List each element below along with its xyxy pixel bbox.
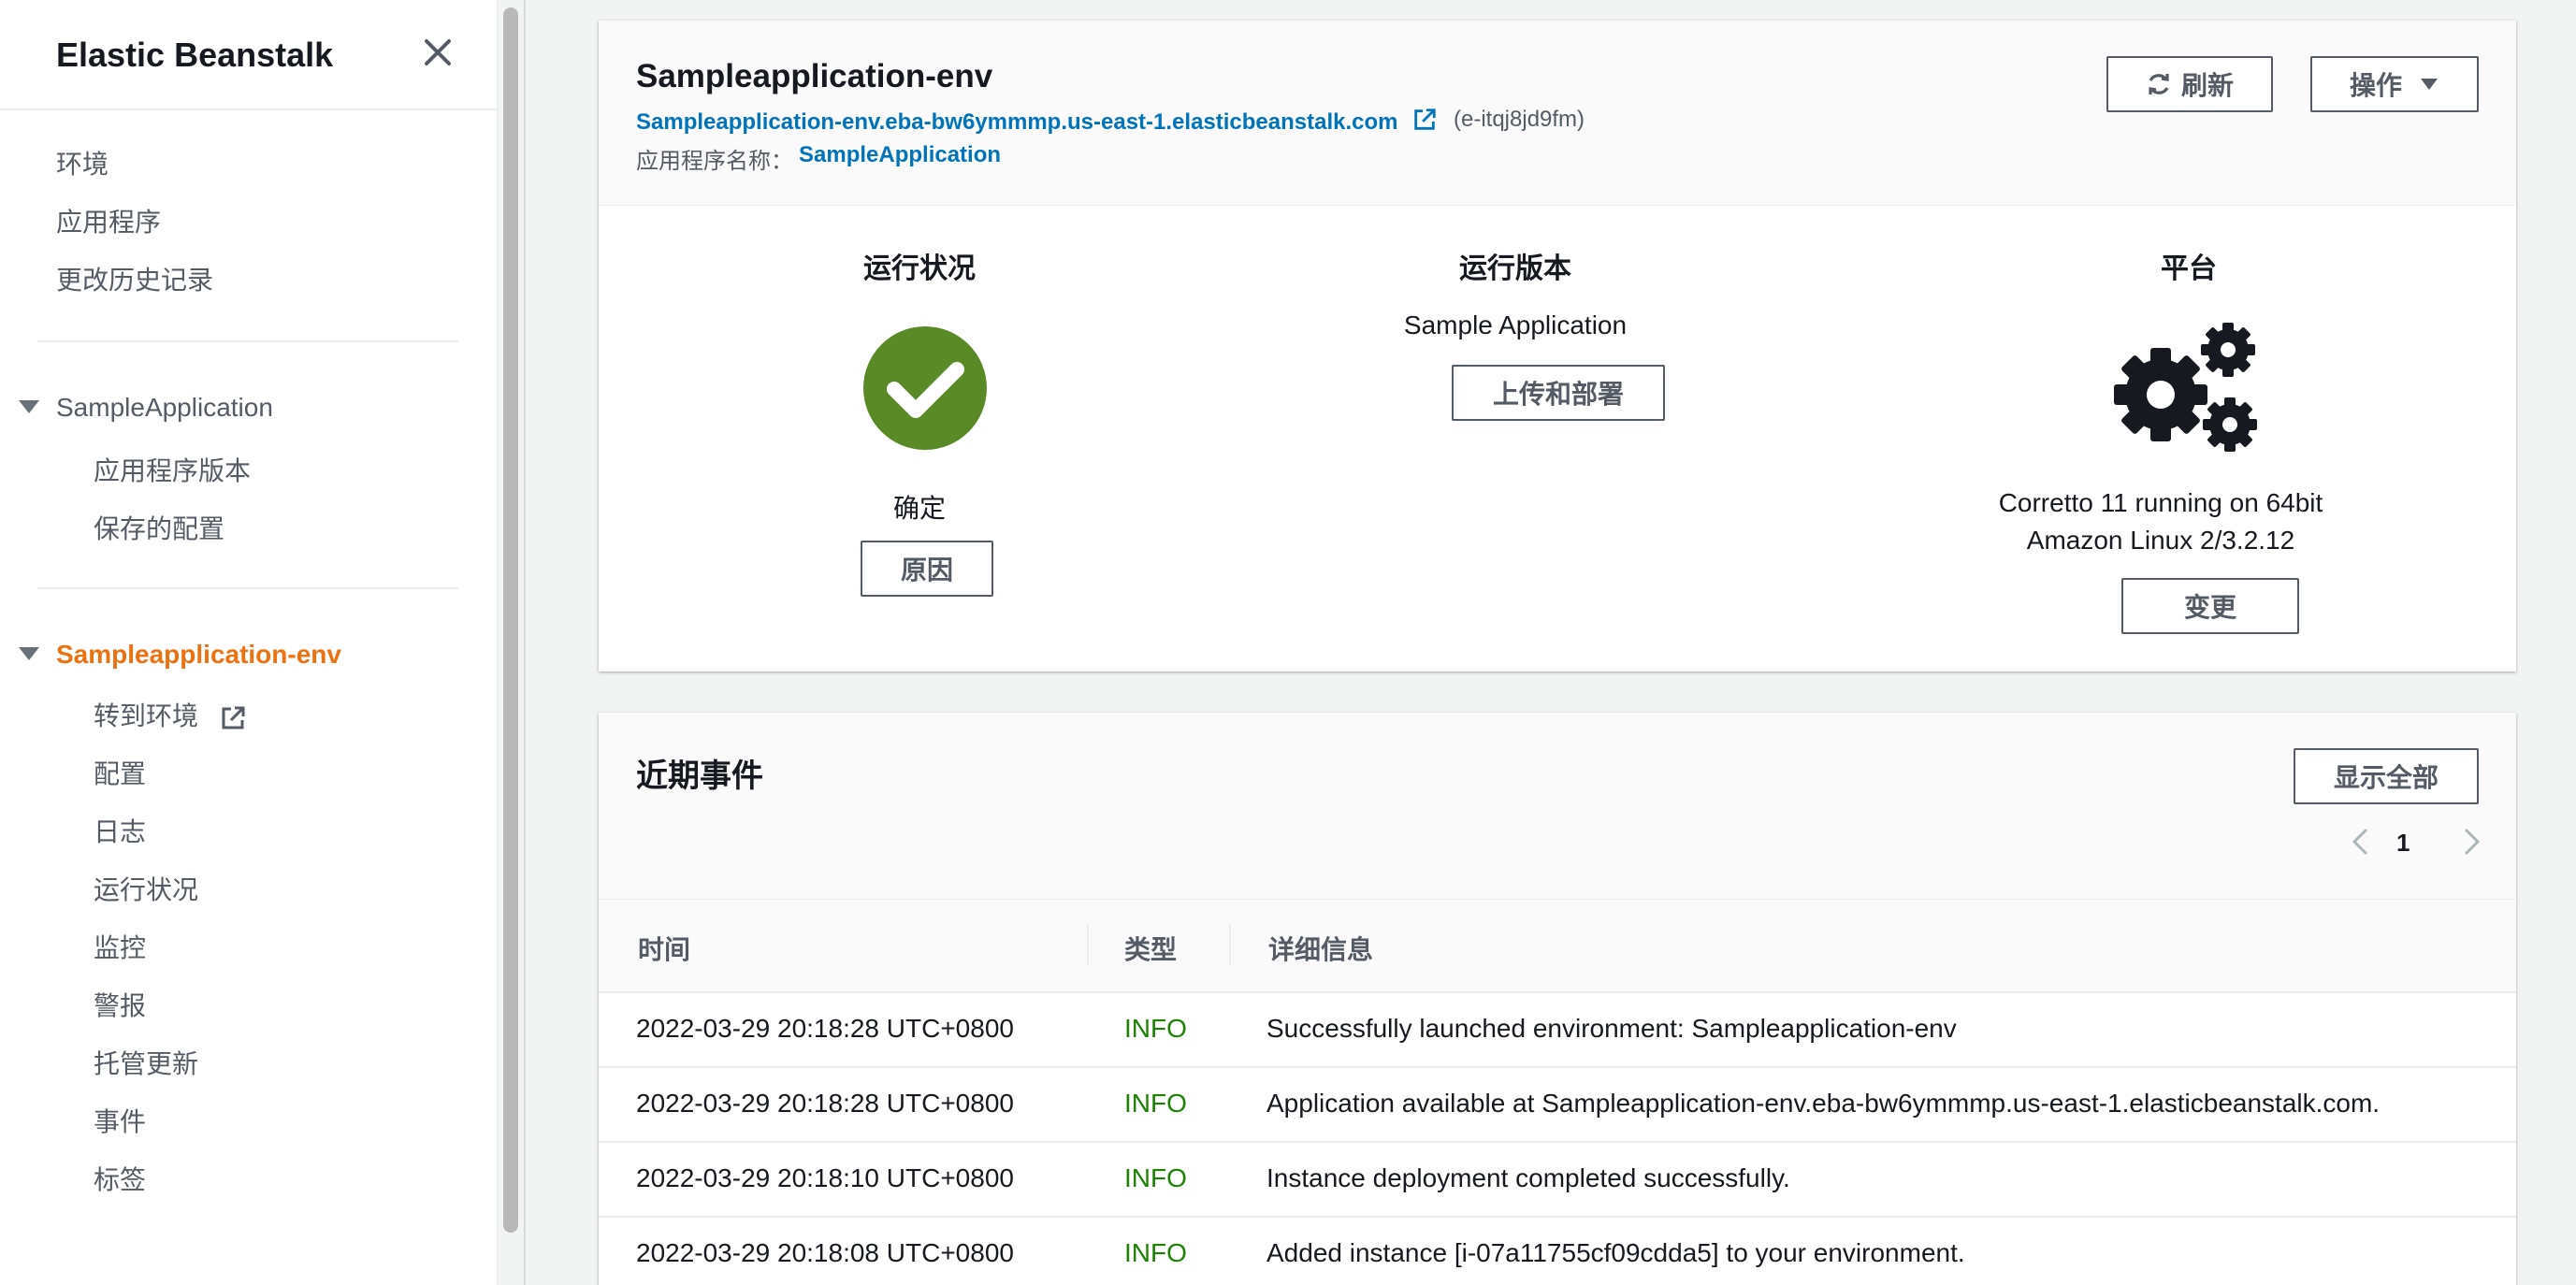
column-header-details[interactable]: 详细信息 — [1268, 930, 1373, 967]
table-row: 2022-03-29 20:18:28 UTC+0800 INFO Applic… — [599, 1066, 2516, 1141]
app-name-link[interactable]: SampleApplication — [799, 142, 1001, 168]
sidebar-item-change-history[interactable]: 更改历史记录 — [56, 260, 213, 297]
event-type: INFO — [1124, 1014, 1187, 1043]
sidebar: Elastic Beanstalk 环境 应用程序 更改历史记录 SampleA… — [0, 0, 498, 1285]
chevron-right-icon[interactable] — [2458, 827, 2484, 857]
cause-label: 原因 — [900, 555, 953, 585]
sidebar-item-monitoring[interactable]: 监控 — [94, 928, 146, 965]
refresh-label: 刷新 — [2180, 70, 2234, 101]
event-time: 2022-03-29 20:18:10 UTC+0800 — [636, 1163, 1014, 1192]
pagination-current-page[interactable]: 1 — [2396, 829, 2410, 858]
environment-name: Sampleapplication-env — [636, 58, 993, 94]
column-header-time[interactable]: 时间 — [638, 930, 690, 967]
refresh-icon — [2149, 74, 2169, 94]
event-details: Successfully launched environment: Sampl… — [1266, 1014, 1957, 1043]
sidebar-item-app-versions[interactable]: 应用程序版本 — [94, 451, 251, 488]
event-type: INFO — [1124, 1089, 1187, 1118]
cause-button[interactable]: 原因 — [861, 541, 993, 597]
sidebar-section-application[interactable]: SampleApplication — [56, 393, 273, 423]
sidebar-item-applications[interactable]: 应用程序 — [56, 202, 161, 239]
caret-down-icon[interactable] — [19, 400, 39, 413]
external-link-icon — [1414, 108, 1436, 130]
chevron-left-icon[interactable] — [2348, 827, 2374, 857]
sidebar-divider — [37, 587, 458, 589]
health-status: 确定 — [892, 494, 946, 523]
event-time: 2022-03-29 20:18:28 UTC+0800 — [636, 1089, 1014, 1118]
sidebar-title: Elastic Beanstalk — [56, 36, 334, 74]
change-platform-label: 变更 — [2183, 592, 2236, 623]
show-all-button[interactable]: 显示全部 — [2294, 748, 2479, 804]
environment-overview-panel: Sampleapplication-env Sampleapplication-… — [599, 21, 2516, 671]
page-divider — [524, 0, 526, 1285]
event-time: 2022-03-29 20:18:28 UTC+0800 — [636, 1014, 1014, 1043]
actions-label: 操作 — [2349, 70, 2402, 101]
sidebar-item-alarms[interactable]: 警报 — [94, 986, 146, 1023]
sidebar-item-label: 转到环境 — [94, 701, 199, 730]
upload-deploy-label: 上传和部署 — [1492, 379, 1624, 410]
events-title: 近期事件 — [636, 758, 763, 794]
event-time: 2022-03-29 20:18:08 UTC+0800 — [636, 1238, 1014, 1267]
gears-icon — [2114, 323, 2257, 452]
running-version-value: Sample Application — [1403, 310, 1628, 339]
column-separator — [1229, 924, 1231, 965]
environment-id: (e-itqj8jd9fm) — [1454, 107, 1585, 132]
sidebar-header: Elastic Beanstalk — [0, 0, 497, 110]
sidebar-item-health[interactable]: 运行状况 — [94, 870, 198, 907]
check-circle-icon — [863, 326, 987, 450]
event-type: INFO — [1124, 1238, 1187, 1267]
platform-title: 平台 — [2161, 253, 2217, 284]
sidebar-item-environments[interactable]: 环境 — [56, 144, 109, 181]
events-table-header: 时间 类型 详细信息 — [599, 900, 2516, 993]
health-title: 运行状况 — [863, 253, 976, 284]
app-name-label: 应用程序名称： — [636, 149, 793, 174]
actions-dropdown[interactable]: 操作 — [2310, 56, 2479, 112]
sidebar-section-environment[interactable]: Sampleapplication-env — [56, 640, 341, 670]
column-separator — [1087, 924, 1089, 965]
show-all-label: 显示全部 — [2333, 762, 2439, 793]
upload-deploy-button[interactable]: 上传和部署 — [1452, 365, 1665, 421]
sidebar-scrollbar[interactable] — [503, 7, 518, 1233]
table-row: 2022-03-29 20:18:28 UTC+0800 INFO Succes… — [599, 991, 2516, 1066]
table-row: 2022-03-29 20:18:08 UTC+0800 INFO Added … — [599, 1216, 2516, 1285]
events-header: 近期事件 显示全部 1 — [599, 713, 2516, 900]
event-details: Application available at Sampleapplicati… — [1266, 1089, 2381, 1118]
caret-down-icon[interactable] — [19, 647, 39, 660]
platform-line-2: Amazon Linux 2/3.2.12 — [2026, 526, 2295, 555]
table-row: 2022-03-29 20:18:10 UTC+0800 INFO Instan… — [599, 1141, 2516, 1216]
event-details: Added instance [i-07a11755cf09cdda5] to … — [1266, 1238, 1965, 1267]
running-version-title: 运行版本 — [1459, 253, 1571, 284]
event-type: INFO — [1124, 1163, 1187, 1192]
close-icon[interactable] — [421, 36, 455, 69]
event-details: Instance deployment completed successful… — [1266, 1163, 1790, 1192]
environment-url-link[interactable]: Sampleapplication-env.eba-bw6ymmmp.us-ea… — [636, 107, 1438, 136]
environment-url-text: Sampleapplication-env.eba-bw6ymmmp.us-ea… — [636, 109, 1398, 135]
change-platform-button[interactable]: 变更 — [2121, 578, 2299, 634]
platform-line-1: Corretto 11 running on 64bit — [1998, 488, 2323, 517]
sidebar-item-tags[interactable]: 标签 — [94, 1160, 146, 1197]
refresh-button[interactable]: 刷新 — [2106, 56, 2273, 112]
external-link-icon — [222, 706, 245, 729]
sidebar-item-events[interactable]: 事件 — [94, 1102, 146, 1139]
recent-events-panel: 近期事件 显示全部 1 时间 类型 详细信息 2022-03-29 20:18:… — [599, 713, 2516, 1285]
caret-down-icon — [2421, 79, 2438, 90]
environment-header: Sampleapplication-env Sampleapplication-… — [599, 21, 2516, 206]
column-header-type[interactable]: 类型 — [1124, 930, 1177, 967]
sidebar-item-logs[interactable]: 日志 — [94, 812, 146, 849]
sidebar-divider — [37, 340, 458, 342]
sidebar-item-configuration[interactable]: 配置 — [94, 754, 146, 791]
sidebar-item-saved-configs[interactable]: 保存的配置 — [94, 509, 224, 546]
sidebar-item-managed-updates[interactable]: 托管更新 — [94, 1044, 198, 1081]
sidebar-item-goto-env[interactable]: 转到环境 — [94, 696, 247, 733]
